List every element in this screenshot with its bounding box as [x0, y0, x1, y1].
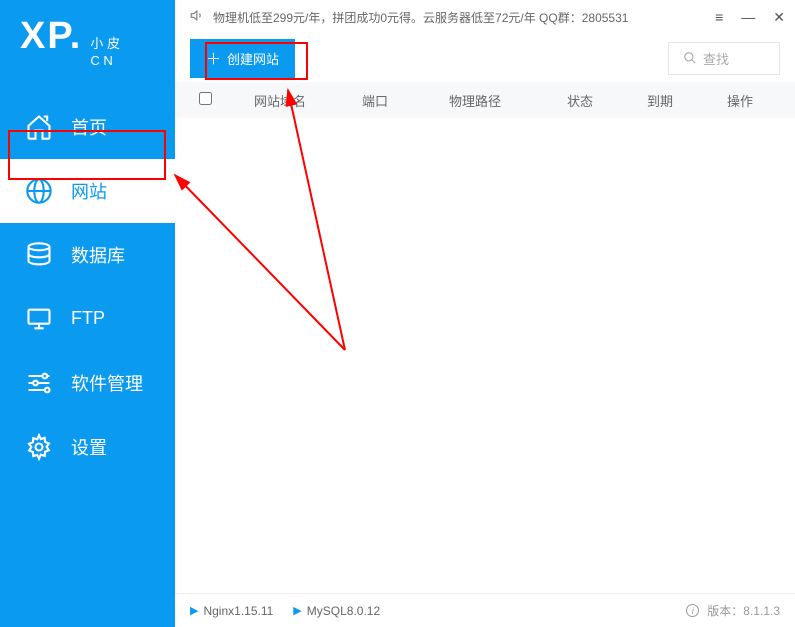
home-icon	[25, 113, 53, 141]
service-mysql[interactable]: ▶ MySQL8.0.12	[293, 604, 380, 618]
th-checkbox[interactable]	[190, 92, 220, 108]
sidebar-item-label: 首页	[71, 114, 107, 140]
th-action: 操作	[700, 91, 780, 110]
sidebar-item-label: 设置	[71, 434, 107, 460]
th-port: 端口	[340, 91, 410, 110]
statusbar: ▶ Nginx1.15.11 ▶ MySQL8.0.12 i 版本：8.1.1.…	[175, 593, 795, 627]
play-icon: ▶	[293, 604, 301, 617]
plus-icon: ＋	[206, 48, 221, 69]
sidebar-item-website[interactable]: 网站	[0, 159, 175, 223]
version-info: i 版本：8.1.1.3	[686, 602, 780, 619]
promo-text: 物理机低至299元/年，拼团成功0元得。云服务器低至72元/年 QQ群：2805…	[213, 9, 715, 26]
sidebar-item-ftp[interactable]: FTP	[0, 287, 175, 351]
search-input[interactable]: 查找	[668, 42, 780, 75]
service-nginx[interactable]: ▶ Nginx1.15.11	[190, 604, 273, 618]
main-area: 物理机低至299元/年，拼团成功0元得。云服务器低至72元/年 QQ群：2805…	[175, 0, 795, 627]
th-expire: 到期	[620, 91, 700, 110]
th-status: 状态	[540, 91, 620, 110]
sidebar-item-database[interactable]: 数据库	[0, 223, 175, 287]
logo-sub: 小 皮 C N	[90, 36, 120, 70]
sidebar-item-software[interactable]: 软件管理	[0, 351, 175, 415]
ftp-icon	[25, 305, 53, 333]
globe-icon	[25, 177, 53, 205]
sliders-icon	[25, 369, 53, 397]
search-placeholder: 查找	[703, 49, 729, 68]
toolbar: ＋ 创建网站 查找	[175, 34, 795, 82]
logo: XP. 小 皮 C N	[0, 0, 175, 95]
sidebar: XP. 小 皮 C N 首页 网站 数据库 FTP 软件	[0, 0, 175, 627]
titlebar: 物理机低至299元/年，拼团成功0元得。云服务器低至72元/年 QQ群：2805…	[175, 0, 795, 34]
create-website-button[interactable]: ＋ 创建网站	[190, 39, 295, 78]
play-icon: ▶	[190, 604, 198, 617]
info-icon[interactable]: i	[686, 604, 699, 617]
table-header: 网站域名 端口 物理路径 状态 到期 操作	[175, 82, 795, 118]
logo-main: XP.	[20, 15, 82, 58]
window-controls: ≡ — ✕	[715, 9, 785, 26]
speaker-icon	[190, 8, 205, 26]
sidebar-item-settings[interactable]: 设置	[0, 415, 175, 479]
close-button[interactable]: ✕	[773, 9, 785, 26]
th-path: 物理路径	[410, 91, 540, 110]
sidebar-item-label: 数据库	[71, 242, 125, 268]
menu-button[interactable]: ≡	[715, 9, 723, 26]
database-icon	[25, 241, 53, 269]
sidebar-item-label: FTP	[71, 308, 105, 329]
gear-icon	[25, 433, 53, 461]
minimize-button[interactable]: —	[741, 9, 755, 26]
sidebar-item-label: 网站	[71, 178, 107, 204]
sidebar-item-home[interactable]: 首页	[0, 95, 175, 159]
search-icon	[683, 51, 697, 65]
table-body	[175, 118, 795, 593]
create-button-label: 创建网站	[227, 49, 279, 68]
sidebar-item-label: 软件管理	[71, 370, 143, 396]
th-domain: 网站域名	[220, 91, 340, 110]
